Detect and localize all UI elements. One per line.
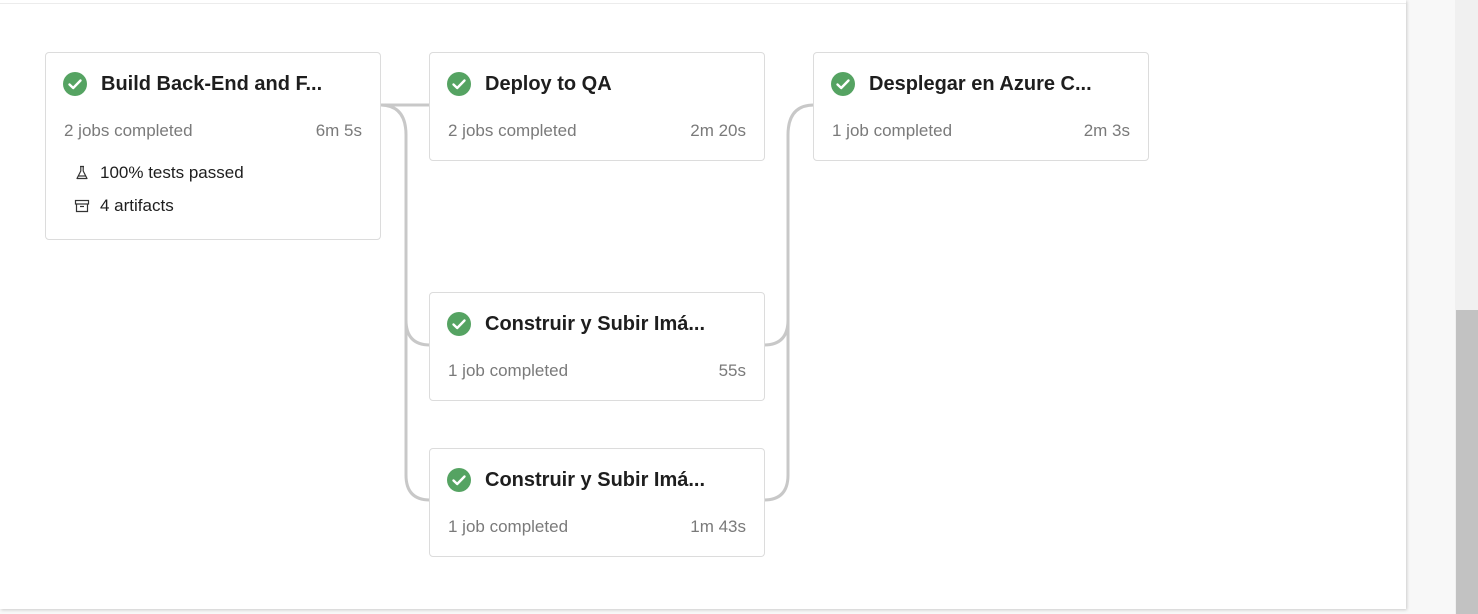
connector-build-to-construir-2: [404, 320, 431, 502]
stage-title: Build Back-End and F...: [101, 72, 323, 95]
stage-duration: 2m 3s: [1083, 121, 1130, 140]
artifacts-summary[interactable]: 4 artifacts: [74, 196, 174, 216]
jobs-count: 2 jobs completed: [64, 121, 193, 140]
stage-meta: 1 job completed 1m 43s: [448, 517, 746, 537]
jobs-count: 1 job completed: [832, 121, 953, 140]
scrollbar-thumb[interactable]: [1456, 310, 1478, 614]
pipeline-stages-panel: Build Back-End and F... 2 jobs completed…: [0, 0, 1406, 609]
check-circle-icon: [447, 72, 471, 96]
check-circle-icon: [447, 312, 471, 336]
flask-icon: [76, 165, 88, 180]
check-circle-icon: [447, 468, 471, 492]
tests-summary[interactable]: 100% tests passed: [74, 163, 244, 183]
stage-title: Construir y Subir Imá...: [485, 468, 706, 491]
stage-title: Deploy to QA: [485, 72, 612, 95]
stage-card-construir-1[interactable]: Construir y Subir Imá... 1 job completed…: [429, 292, 765, 401]
connector-build-to-construir-1: [379, 103, 431, 347]
stage-meta: 1 job completed 55s: [448, 361, 746, 381]
jobs-count: 1 job completed: [448, 517, 569, 536]
panel-divider: [0, 3, 1406, 4]
stage-title: Construir y Subir Imá...: [485, 312, 706, 335]
connector-construir-1-to-azure: [763, 103, 815, 347]
stage-meta: 2 jobs completed 2m 20s: [448, 121, 746, 141]
stage-card-desplegar-azure[interactable]: Desplegar en Azure C... 1 job completed …: [813, 52, 1149, 161]
archive-icon: [74, 199, 90, 213]
stage-card-construir-2[interactable]: Construir y Subir Imá... 1 job completed…: [429, 448, 765, 557]
check-circle-icon: [831, 72, 855, 96]
stage-header: Construir y Subir Imá...: [447, 468, 705, 492]
stage-card-deploy-qa[interactable]: Deploy to QA 2 jobs completed 2m 20s: [429, 52, 765, 161]
stage-header: Deploy to QA: [447, 72, 612, 96]
check-circle-icon: [63, 72, 87, 96]
jobs-count: 1 job completed: [448, 361, 569, 380]
artifacts-label: 4 artifacts: [100, 196, 174, 215]
stage-title: Desplegar en Azure C...: [869, 72, 1092, 95]
stage-duration: 55s: [718, 361, 746, 380]
stage-duration: 6m 5s: [315, 121, 362, 140]
stage-duration: 2m 20s: [690, 121, 746, 140]
stage-header: Construir y Subir Imá...: [447, 312, 705, 336]
stage-meta: 1 job completed 2m 3s: [832, 121, 1130, 141]
jobs-count: 2 jobs completed: [448, 121, 577, 140]
stage-header: Desplegar en Azure C...: [831, 72, 1092, 96]
tests-passed-label: 100% tests passed: [100, 163, 244, 182]
stage-card-build[interactable]: Build Back-End and F... 2 jobs completed…: [45, 52, 381, 240]
stage-duration: 1m 43s: [690, 517, 746, 536]
stage-header: Build Back-End and F...: [63, 72, 322, 96]
stage-meta: 2 jobs completed 6m 5s: [64, 121, 362, 141]
connector-construir-2-to-azure: [763, 320, 790, 502]
